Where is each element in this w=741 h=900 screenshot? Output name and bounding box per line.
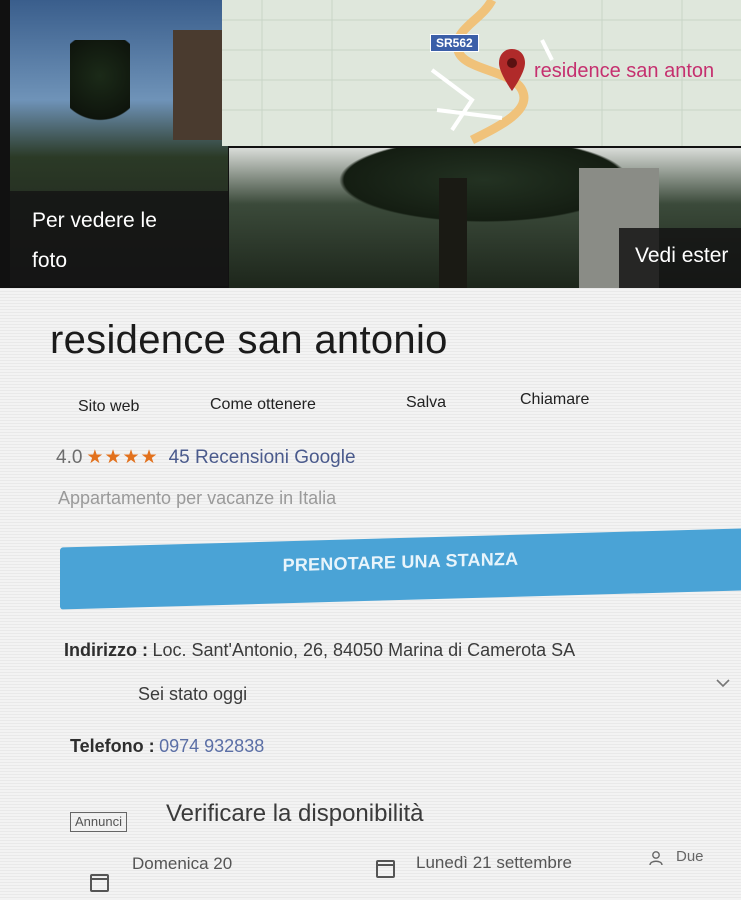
visited-row: Sei stato oggi	[138, 684, 247, 705]
photo-house-shape	[173, 30, 228, 140]
website-button[interactable]: Sito web	[78, 398, 139, 416]
address-label: Indirizzo :	[64, 640, 148, 660]
exterior-photo[interactable]: Vedi ester	[229, 148, 741, 288]
phone-value[interactable]: 0974 932838	[159, 736, 264, 756]
calendar-icon[interactable]	[90, 874, 109, 892]
road-badge: SR562	[430, 34, 479, 52]
book-room-button[interactable]: PRENOTARE UNA STANZA	[60, 528, 741, 610]
photos-thumbnail[interactable]: Per vedere le foto	[10, 0, 228, 286]
rating-stars: ★★★★	[86, 447, 159, 468]
see-photos-label-line2: foto	[32, 249, 68, 272]
ad-badge: Annunci	[70, 812, 127, 832]
rating-value: 4.0	[56, 447, 83, 468]
place-category: Appartamento per vacanze in Italia	[58, 488, 337, 508]
checkout-date[interactable]: Lunedì 21 settembre	[416, 853, 572, 873]
visited-text: Sei stato oggi	[138, 684, 248, 704]
availability-heading: Verificare la disponibilità	[166, 800, 424, 827]
knowledge-panel: residence san antonio Sito web Come otte…	[0, 288, 741, 900]
map-pin-label: residence san anton	[534, 60, 715, 82]
phone-row: Telefono : 0974 932838	[70, 736, 264, 757]
address-row: Indirizzo : Loc. Sant'Antonio, 26, 84050…	[64, 640, 575, 661]
see-photos-overlay[interactable]: Per vedere le foto	[10, 191, 228, 286]
checkin-date[interactable]: Domenica 20	[132, 854, 232, 874]
chevron-down-icon[interactable]	[716, 676, 730, 690]
rating-row: 4.0 ★★★★ 45 Recensioni Google	[56, 446, 356, 469]
see-photos-label-line1: Per vedere le	[32, 209, 157, 232]
photo-trunk-shape	[439, 178, 467, 288]
header-media: Per vedere le foto SR562 residence san a…	[0, 0, 741, 288]
calendar-icon[interactable]	[376, 860, 395, 878]
call-button[interactable]: Chiamare	[520, 391, 589, 409]
phone-label: Telefono :	[70, 736, 155, 756]
guests-count[interactable]: Due	[676, 848, 704, 865]
see-exterior-button[interactable]: Vedi ester	[619, 228, 741, 288]
person-icon	[649, 851, 663, 866]
photo-tree-shape	[70, 40, 130, 130]
page-title: residence san antonio	[50, 318, 448, 362]
reviews-link[interactable]: 45 Recensioni Google	[169, 447, 356, 468]
address-value[interactable]: Loc. Sant'Antonio, 26, 84050 Marina di C…	[152, 640, 575, 660]
save-button[interactable]: Salva	[406, 394, 446, 412]
directions-button[interactable]: Come ottenere	[210, 396, 316, 414]
map-preview[interactable]: SR562 residence san anton	[222, 0, 741, 146]
action-bar: Sito web Come ottenere Salva Chiamare	[0, 388, 741, 418]
map-pin-icon[interactable]	[498, 48, 526, 92]
